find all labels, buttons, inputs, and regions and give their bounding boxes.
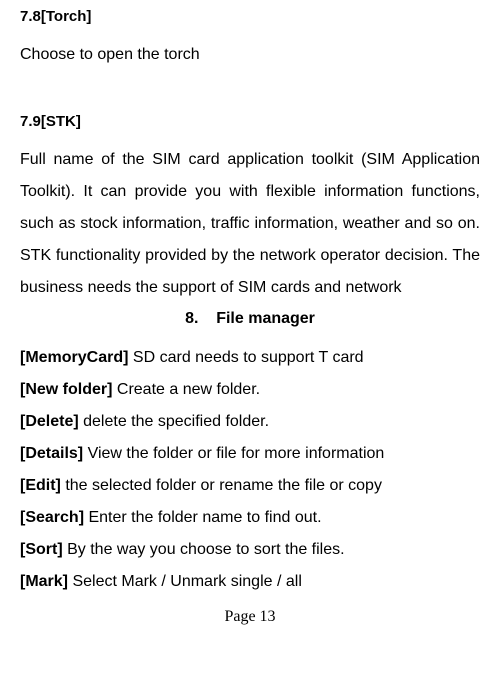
def-search: [Search] Enter the folder name to find o… <box>20 502 480 534</box>
def-term: [Sort] <box>20 541 63 558</box>
def-edit: [Edit] the selected folder or rename the… <box>20 470 480 502</box>
section-title: Torch <box>46 8 87 25</box>
def-text: Select Mark / Unmark single / all <box>68 573 302 590</box>
def-delete: [Delete] delete the specified folder. <box>20 406 480 438</box>
def-details: [Details] View the folder or file for mo… <box>20 438 480 470</box>
section-close: ] <box>86 8 91 25</box>
def-newfolder: [New folder] Create a new folder. <box>20 374 480 406</box>
def-text: delete the specified folder. <box>79 413 269 430</box>
def-term: [Mark] <box>20 573 68 590</box>
def-memorycard: [MemoryCard] SD card needs to support T … <box>20 342 480 374</box>
chapter-title: File manager <box>216 310 315 327</box>
def-text: By the way you choose to sort the files. <box>63 541 345 558</box>
chapter-number: 8. <box>185 310 198 327</box>
document-page: 7.8[Torch] Choose to open the torch 7.9[… <box>0 0 500 646</box>
def-term: [Delete] <box>20 413 79 430</box>
def-text: the selected folder or rename the file o… <box>61 477 382 494</box>
def-text: View the folder or file for more informa… <box>83 445 384 462</box>
def-term: [Edit] <box>20 477 61 494</box>
def-term: [Search] <box>20 509 84 526</box>
section-number: 7.8[ <box>20 8 46 25</box>
def-text: Create a new folder. <box>112 381 260 398</box>
def-text: SD card needs to support T card <box>128 349 363 366</box>
page-footer: Page 13 <box>20 608 480 626</box>
section-7-8-body: Choose to open the torch <box>20 39 480 71</box>
section-title: STK <box>46 113 76 130</box>
section-close: ] <box>76 113 81 130</box>
def-mark: [Mark] Select Mark / Unmark single / all <box>20 566 480 598</box>
section-7-9-heading: 7.9[STK] <box>20 113 480 130</box>
def-sort: [Sort] By the way you choose to sort the… <box>20 534 480 566</box>
section-7-8-heading: 7.8[Torch] <box>20 8 480 25</box>
def-term: [MemoryCard] <box>20 349 128 366</box>
section-7-9-body: Full name of the SIM card application to… <box>20 144 480 304</box>
chapter-8-heading: 8. File manager <box>20 310 480 328</box>
def-term: [Details] <box>20 445 83 462</box>
section-number: 7.9[ <box>20 113 46 130</box>
def-term: [New folder] <box>20 381 112 398</box>
def-text: Enter the folder name to find out. <box>84 509 321 526</box>
